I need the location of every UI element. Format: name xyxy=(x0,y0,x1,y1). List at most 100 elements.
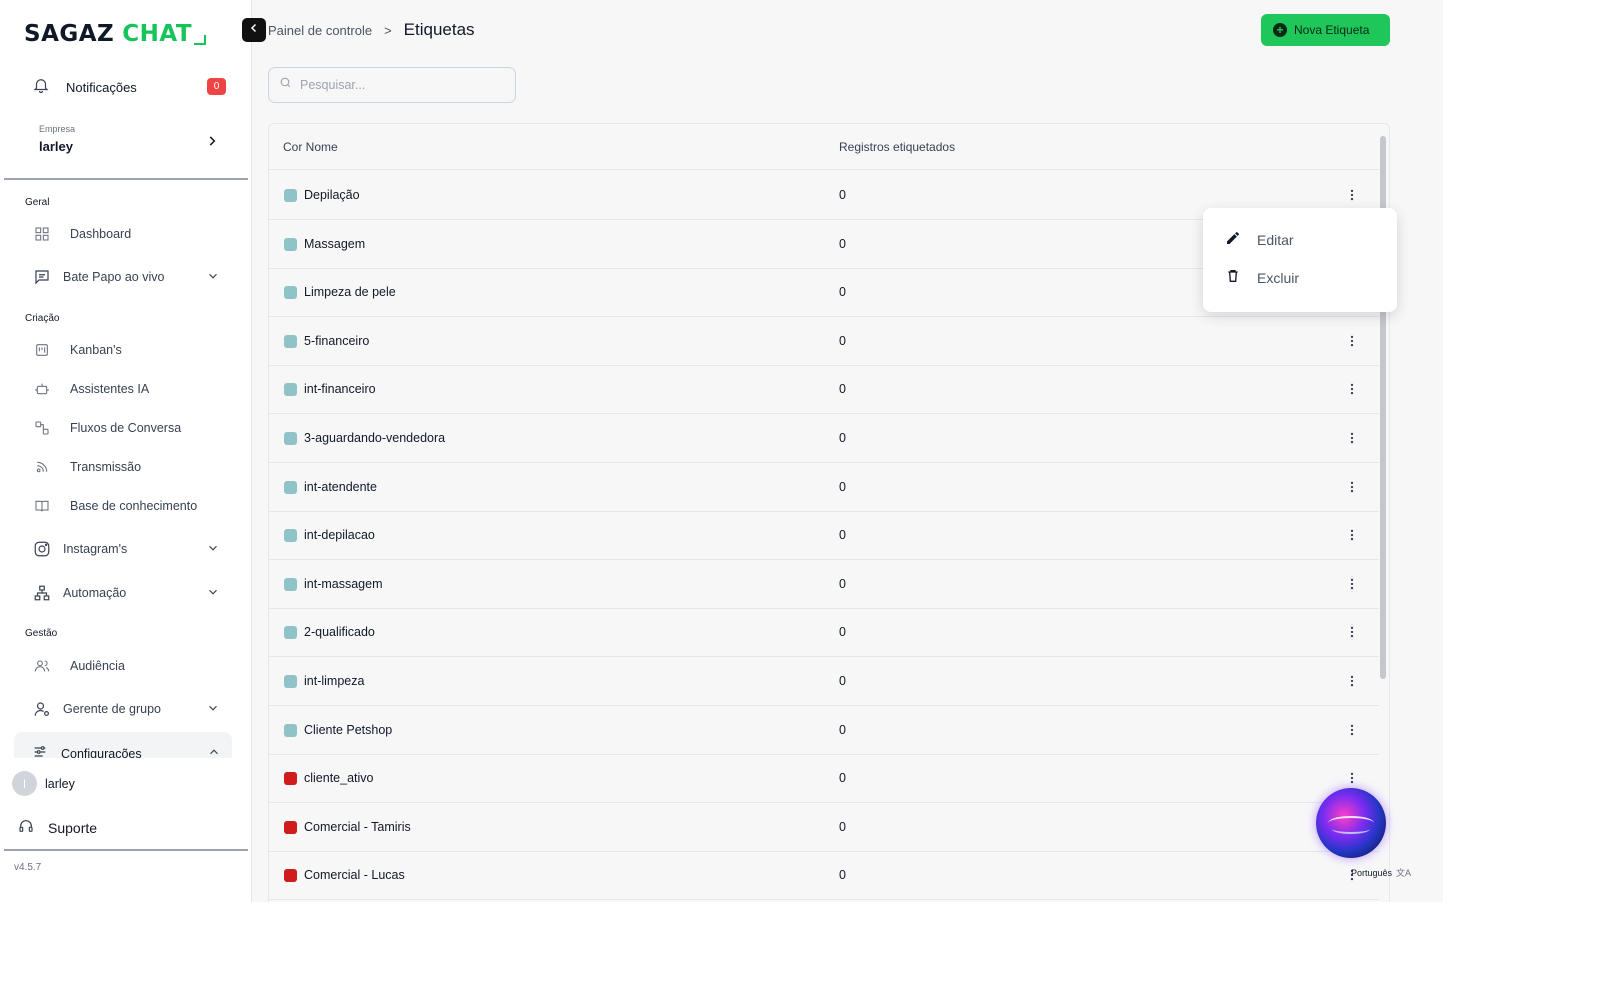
sidebar-item-label: Dashboard xyxy=(70,227,132,241)
more-vertical-icon[interactable] xyxy=(1342,477,1362,497)
more-vertical-icon[interactable] xyxy=(1342,720,1362,740)
tag-color-swatch xyxy=(284,529,297,543)
column-header-name[interactable]: Cor Nome xyxy=(283,140,338,154)
chat-icon xyxy=(32,267,52,287)
menu-item-delete[interactable]: Excluir xyxy=(1225,268,1299,287)
table-row[interactable]: int-massagem 0 xyxy=(269,560,1379,609)
sidebar-item-bate-papo[interactable]: Bate Papo ao vivo xyxy=(32,265,228,289)
more-vertical-icon[interactable] xyxy=(1342,379,1362,399)
tag-record-count: 0 xyxy=(839,868,846,883)
sidebar-item-automacao[interactable]: Automação xyxy=(32,581,228,605)
sidebar-item-audiencia[interactable]: Audiência xyxy=(32,654,228,678)
chevron-down-icon xyxy=(206,585,220,602)
sidebar-item-label: Kanban's xyxy=(70,343,122,357)
sliders-icon xyxy=(32,744,48,758)
new-tag-button[interactable]: + Nova Etiqueta xyxy=(1261,14,1390,46)
more-vertical-icon[interactable] xyxy=(1342,185,1362,205)
tag-color-swatch xyxy=(284,869,297,883)
sidebar-item-dashboard[interactable]: Dashboard xyxy=(32,222,228,246)
tag-record-count: 0 xyxy=(839,819,846,834)
ai-assistant-orb-button[interactable] xyxy=(1316,788,1386,858)
user-name: larley xyxy=(45,776,75,791)
more-vertical-icon[interactable] xyxy=(1342,768,1362,788)
sidebar-item-configuracoes[interactable]: Configurações xyxy=(14,732,232,758)
more-vertical-icon[interactable] xyxy=(1342,331,1362,351)
section-criacao: Criação xyxy=(25,313,60,324)
brand-name-part1: SAGAZ xyxy=(24,21,115,47)
chevron-down-icon xyxy=(206,701,220,718)
tag-name: 3-aguardando-vendedora xyxy=(304,431,446,445)
brand-logo[interactable]: SAGAZ CHAT xyxy=(24,20,207,48)
table-row[interactable]: int-financeiro 0 xyxy=(269,365,1379,415)
sidebar-item-label: Gerente de grupo xyxy=(63,702,161,716)
tag-record-count: 0 xyxy=(839,333,846,348)
more-vertical-icon[interactable] xyxy=(1342,428,1362,448)
sidebar-item-kanbans[interactable]: Kanban's xyxy=(32,338,228,362)
sidebar-item-fluxos[interactable]: Fluxos de Conversa xyxy=(32,416,228,440)
table-header: Cor Nome Registros etiquetados xyxy=(269,124,1379,170)
menu-item-delete-label: Excluir xyxy=(1257,269,1300,286)
menu-item-edit[interactable]: Editar xyxy=(1225,230,1294,249)
search-input[interactable] xyxy=(300,78,500,92)
brand-name-part2: CHAT xyxy=(122,21,193,47)
sidebar-item-assistentes[interactable]: Assistentes IA xyxy=(32,377,228,401)
sidebar-item-gerente-grupo[interactable]: Gerente de grupo xyxy=(32,697,228,721)
more-vertical-icon[interactable] xyxy=(1342,622,1362,642)
section-gestao: Gestão xyxy=(25,628,58,639)
sidebar-item-label: Configurações xyxy=(61,746,142,759)
tag-record-count: 0 xyxy=(839,625,846,640)
more-vertical-icon[interactable] xyxy=(1342,525,1362,545)
more-vertical-icon[interactable] xyxy=(1342,671,1362,691)
notifications-item[interactable]: Notificações 0 xyxy=(32,74,226,100)
sidebar-item-instagram[interactable]: Instagram's xyxy=(32,537,228,561)
tag-color-swatch xyxy=(284,480,297,494)
company-caption: Empresa xyxy=(39,124,76,134)
tag-color-swatch xyxy=(284,286,297,300)
new-tag-button-label: Nova Etiqueta xyxy=(1294,23,1370,37)
tag-name: int-financeiro xyxy=(304,382,376,397)
tag-record-count: 0 xyxy=(839,771,846,786)
table-row[interactable]: 3-aguardando-vendedora 0 xyxy=(269,414,1379,463)
page-title: Etiquetas xyxy=(403,20,475,39)
table-row[interactable]: int-depilacao 0 xyxy=(269,511,1379,561)
tag-record-count: 0 xyxy=(839,188,846,202)
support-link[interactable]: Suporte xyxy=(18,818,97,837)
table-row[interactable]: 5-financeiro 0 xyxy=(269,317,1379,366)
sidebar-divider xyxy=(4,178,248,180)
flow-icon xyxy=(32,418,52,438)
row-context-menu: Editar Excluir xyxy=(1203,208,1397,312)
tag-color-swatch xyxy=(284,820,297,834)
tag-name: Comercial - Lucas xyxy=(304,868,405,883)
user-profile[interactable]: l larley xyxy=(12,771,75,796)
sidebar-item-base-conhecimento[interactable]: Base de conhecimento xyxy=(32,494,228,518)
search-icon xyxy=(279,76,292,94)
more-vertical-icon[interactable] xyxy=(1342,574,1362,594)
table-row[interactable]: cliente_ativo 0 xyxy=(269,754,1379,804)
sidebar-item-label: Base de conhecimento xyxy=(70,499,198,513)
table-row[interactable]: 2-qualificado 0 xyxy=(269,608,1379,658)
company-selector[interactable]: Empresa larley xyxy=(39,124,219,154)
table-row[interactable]: Cliente Petshop 0 xyxy=(269,706,1379,755)
table-row[interactable]: int-limpeza 0 xyxy=(269,657,1379,706)
collapse-sidebar-button[interactable] xyxy=(242,18,266,42)
table-row[interactable]: int-atendente 0 xyxy=(269,463,1379,512)
language-selector[interactable]: Português 文A xyxy=(1351,866,1411,879)
breadcrumb-parent-link[interactable]: Painel de controle xyxy=(268,23,372,38)
sidebar-item-label: Fluxos de Conversa xyxy=(70,421,182,435)
tag-name: 5-financeiro xyxy=(304,333,370,348)
book-icon xyxy=(32,496,52,516)
table-row[interactable]: Comercial - Lucas 0 xyxy=(269,851,1379,901)
sidebar-divider xyxy=(4,849,248,851)
chevron-down-icon xyxy=(206,269,220,286)
sidebar-item-transmissao[interactable]: Transmissão xyxy=(32,455,228,479)
sidebar: SAGAZ CHAT Notificações 0 Empresa larley… xyxy=(0,0,252,902)
table-row[interactable]: Comercial - Tamiris 0 xyxy=(269,803,1379,852)
app-version: v4.5.7 xyxy=(14,862,42,873)
column-header-count[interactable]: Registros etiquetados xyxy=(839,140,955,154)
tag-name: Cliente Petshop xyxy=(304,722,393,737)
tag-color-swatch xyxy=(284,189,297,202)
tag-color-swatch xyxy=(284,334,297,348)
tag-record-count: 0 xyxy=(839,431,846,445)
support-label: Suporte xyxy=(48,819,98,836)
pencil-icon xyxy=(1225,230,1241,249)
